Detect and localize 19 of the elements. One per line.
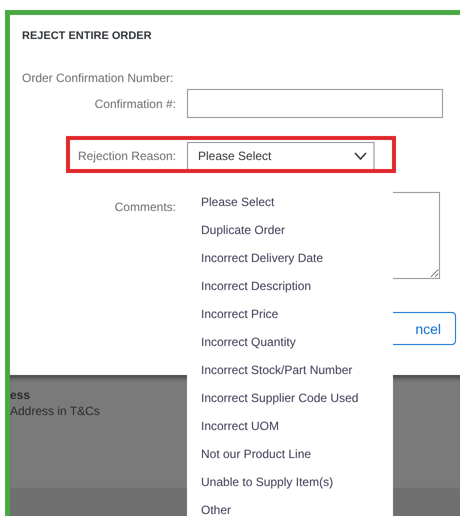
dropdown-option[interactable]: Please Select — [187, 188, 393, 216]
input-field[interactable] — [187, 89, 443, 118]
field-label: Confirmation #: — [94, 96, 176, 110]
dropdown-option[interactable]: Incorrect Delivery Date — [187, 244, 393, 272]
dropdown-option[interactable]: Incorrect Stock/Part Number — [187, 356, 393, 384]
background-text: Address in T&Cs — [10, 403, 100, 419]
background-heading: ess — [10, 387, 30, 403]
field-label: Comments: — [114, 200, 176, 214]
dropdown-option[interactable]: Not our Product Line — [187, 440, 393, 468]
dropdown-option[interactable]: Duplicate Order — [187, 216, 393, 244]
select-field[interactable]: Please Select — [187, 142, 375, 170]
dropdown-option[interactable]: Incorrect Supplier Code Used — [187, 384, 393, 412]
dialog-title: REJECT ENTIRE ORDER — [22, 29, 153, 43]
field-label: Rejection Reason: — [78, 149, 176, 163]
dropdown-option[interactable]: Incorrect Description — [187, 272, 393, 300]
dropdown-option[interactable]: Unable to Supply Item(s) — [187, 468, 393, 496]
dropdown-option[interactable]: Incorrect UOM — [187, 412, 393, 440]
section-label: Order Confirmation Number: — [22, 71, 174, 85]
chevron-down-icon — [354, 152, 367, 160]
